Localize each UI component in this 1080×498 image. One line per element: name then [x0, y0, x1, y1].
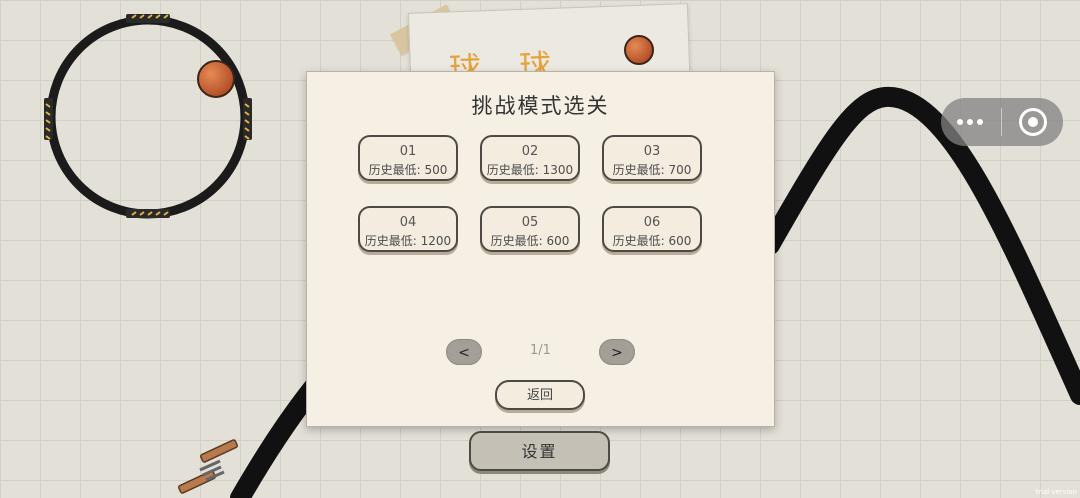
ball-on-ring: [197, 60, 235, 98]
level-button-03[interactable]: 03 历史最低: 700: [602, 135, 702, 181]
trial-watermark: trial version: [1035, 488, 1077, 496]
miniprogram-capsule: [941, 98, 1063, 146]
level-number: 06: [643, 215, 661, 230]
level-number: 04: [399, 215, 417, 230]
ring-track: [46, 15, 250, 219]
level-number: 03: [643, 144, 661, 159]
level-number: 01: [399, 144, 417, 159]
next-page-button[interactable]: >: [599, 339, 635, 365]
level-button-05[interactable]: 05 历史最低: 600: [480, 206, 580, 252]
target-circle-icon[interactable]: [1019, 108, 1047, 136]
hazard-strip-right: [243, 98, 252, 140]
hazard-strip-bottom: [126, 209, 170, 218]
level-button-01[interactable]: 01 历史最低: 500: [358, 135, 458, 181]
level-best-score: 历史最低: 1200: [364, 234, 452, 248]
ball-on-card: [624, 35, 654, 65]
level-number: 05: [521, 215, 539, 230]
level-best-score: 历史最低: 500: [368, 163, 448, 177]
hazard-strip-top: [126, 14, 170, 23]
spring-icon: [177, 439, 239, 494]
level-best-score: 历史最低: 1300: [486, 163, 574, 177]
page-indicator: 1/1: [530, 343, 551, 358]
dialog-title: 挑战模式选关: [471, 94, 610, 118]
hazard-strip-left: [44, 98, 53, 140]
more-dots-icon[interactable]: [957, 112, 987, 132]
level-button-04[interactable]: 04 历史最低: 1200: [358, 206, 458, 252]
level-number: 02: [521, 144, 539, 159]
level-best-score: 历史最低: 600: [490, 234, 570, 248]
capsule-divider: [1001, 108, 1002, 136]
settings-button[interactable]: 设置: [469, 431, 610, 471]
level-best-score: 历史最低: 700: [612, 163, 692, 177]
back-button[interactable]: 返回: [495, 380, 585, 410]
level-best-score: 历史最低: 600: [612, 234, 692, 248]
level-button-06[interactable]: 06 历史最低: 600: [602, 206, 702, 252]
level-select-dialog: 挑战模式选关 01 历史最低: 500 02 历史最低: 1300 03 历史最…: [306, 71, 775, 427]
level-button-02[interactable]: 02 历史最低: 1300: [480, 135, 580, 181]
